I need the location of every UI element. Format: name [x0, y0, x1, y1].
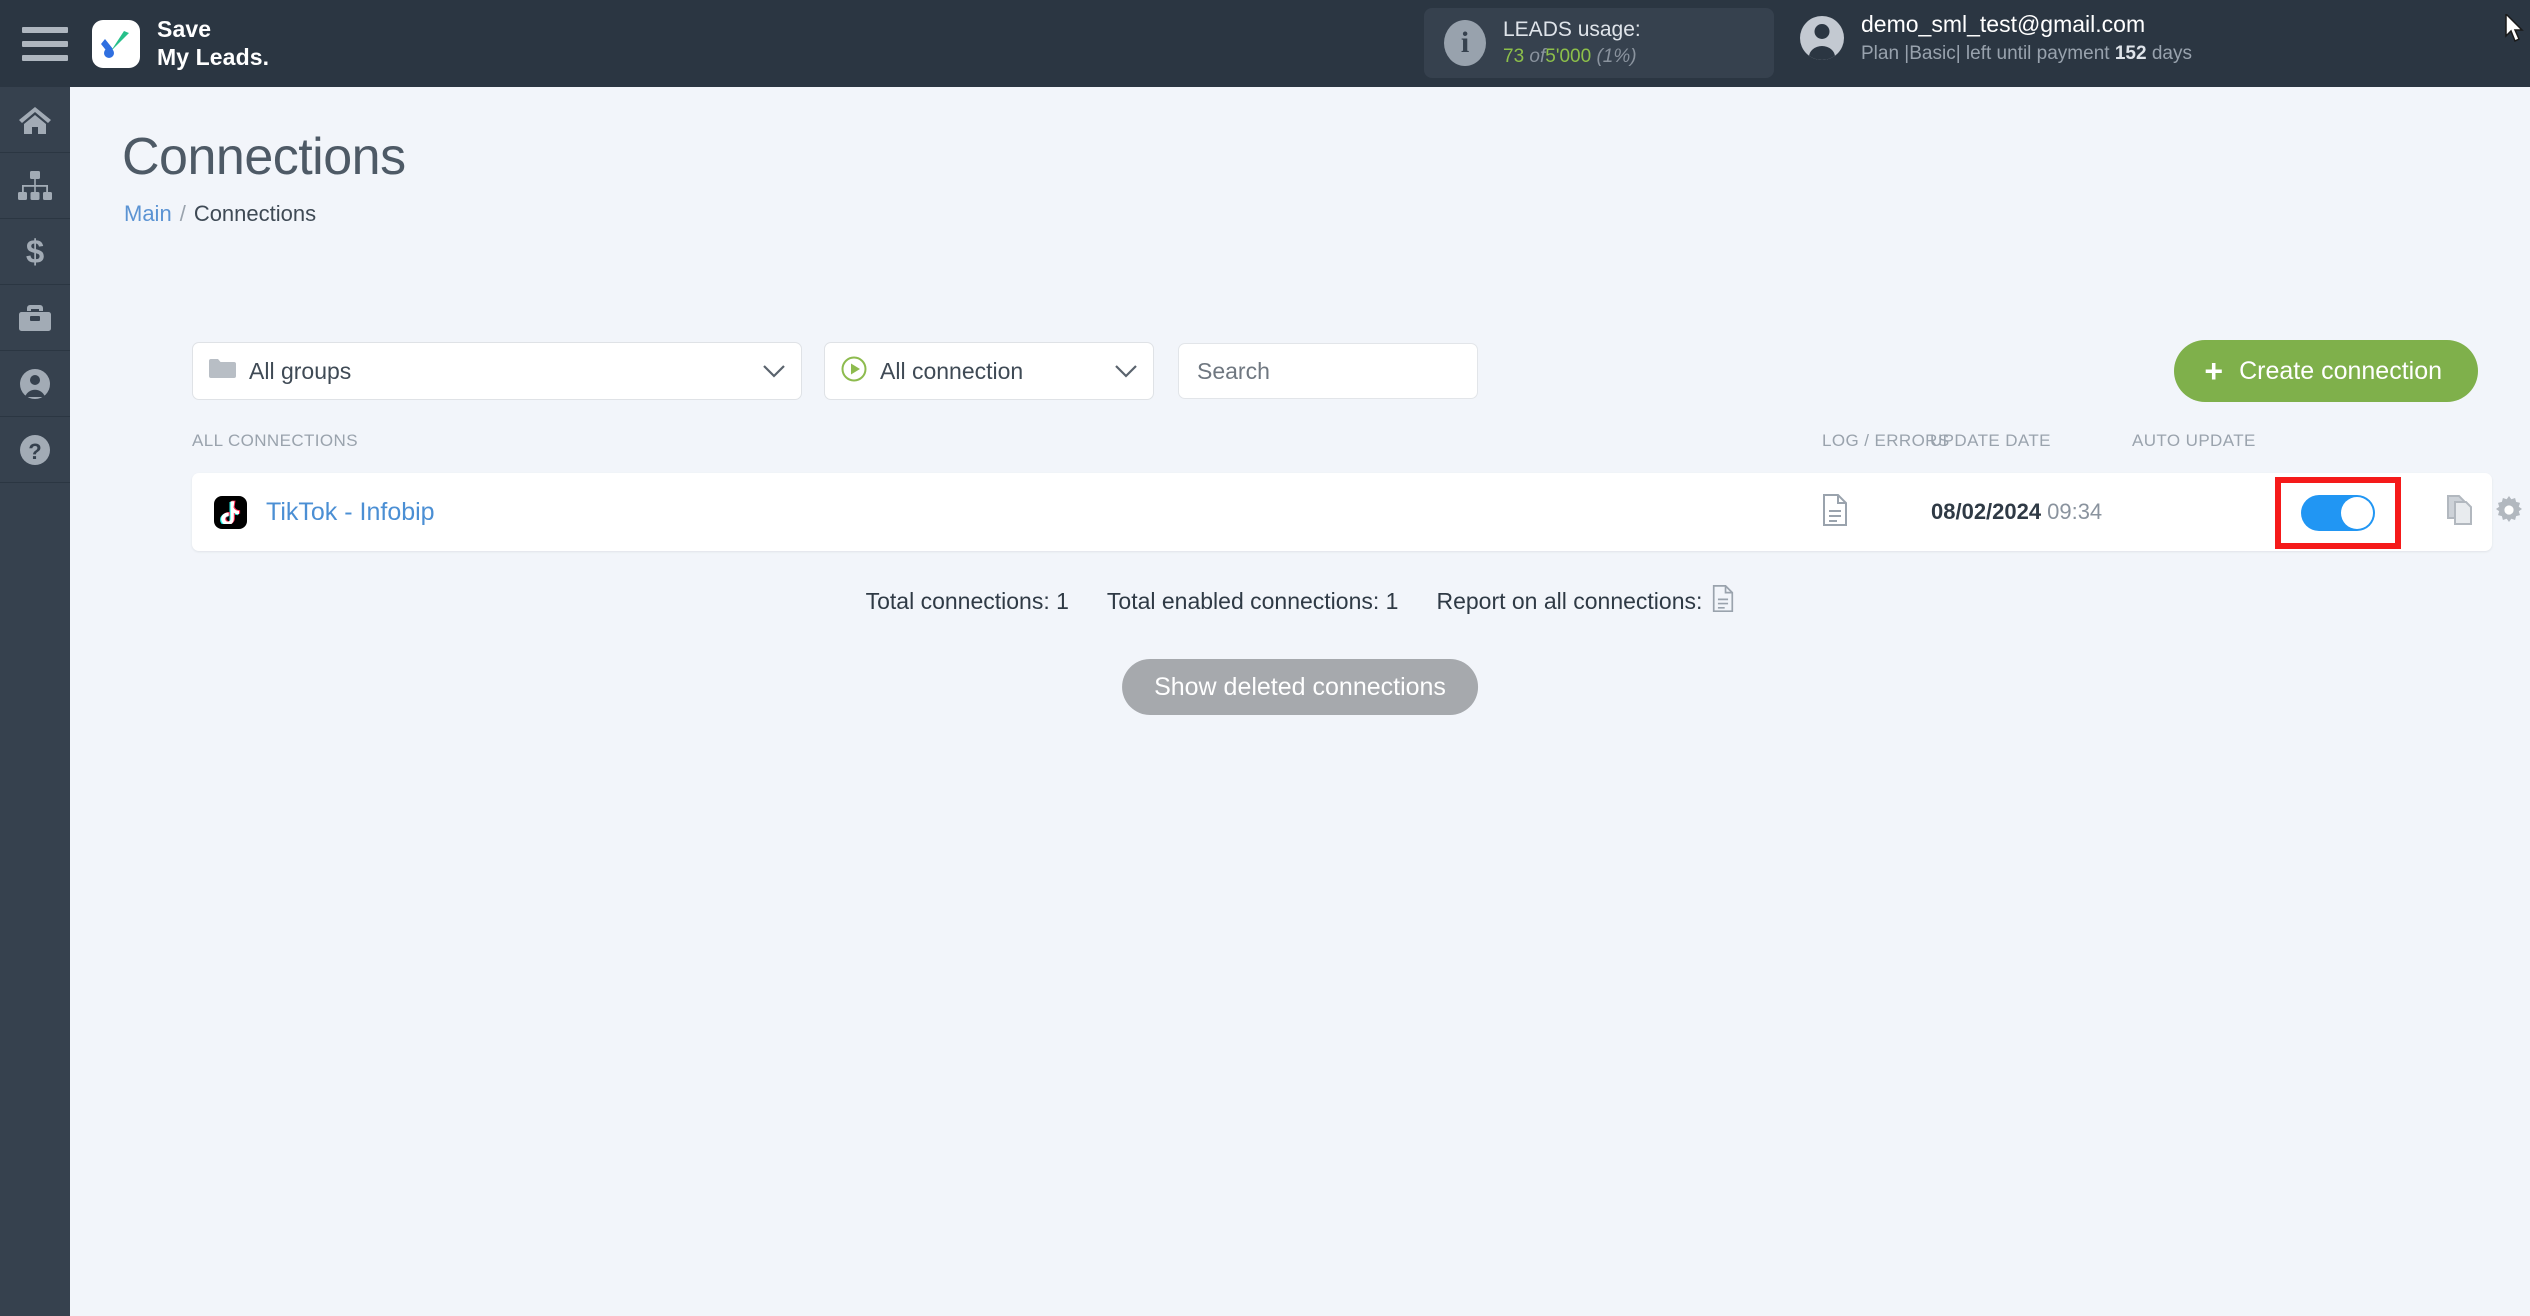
question-icon: ?: [19, 434, 51, 466]
play-circle-icon: [841, 356, 867, 387]
leads-used-count: 73: [1503, 45, 1525, 67]
info-icon: i: [1444, 20, 1486, 66]
connection-name-link[interactable]: TikTok - Infobip: [266, 498, 435, 527]
user-icon: [19, 368, 51, 400]
search-box[interactable]: [1178, 343, 1478, 399]
table-header: ALL CONNECTIONS LOG / ERRORS UPDATE DATE…: [192, 431, 2492, 465]
hamburger-menu-icon[interactable]: [22, 24, 68, 64]
total-enabled-connections-label: Total enabled connections: 1: [1106, 588, 1399, 614]
toggle-knob: [2341, 497, 2373, 529]
leads-usage-values: 73 of5'000 (1%): [1503, 45, 1641, 70]
report-label: Report on all connections:: [1436, 588, 1703, 614]
home-icon: [18, 105, 52, 135]
column-header-auto-update: AUTO UPDATE: [2132, 431, 2256, 450]
connection-name-cell: TikTok - Infobip: [214, 495, 435, 529]
create-connection-button[interactable]: + Create connection: [2174, 340, 2478, 402]
brand-logo-area[interactable]: Save My Leads.: [92, 16, 269, 70]
column-header-date: UPDATE DATE: [1930, 431, 2051, 450]
main-content: Connections Main / Connections All groups: [70, 87, 2530, 1316]
plus-icon: +: [2204, 353, 2224, 389]
sidebar-item-business[interactable]: [0, 285, 70, 351]
copy-icon[interactable]: [2447, 494, 2473, 530]
connection-filter-value: All connection: [880, 357, 1024, 384]
update-time-value: 09:34: [2047, 499, 2103, 524]
breadcrumb-main-link[interactable]: Main: [124, 201, 172, 226]
account-area[interactable]: demo_sml_test@gmail.com Plan |Basic| lef…: [1800, 10, 2192, 66]
update-date-value: 08/02/2024: [1931, 499, 2042, 524]
hamburger-bar: [22, 40, 68, 47]
svg-text:$: $: [26, 235, 44, 269]
account-plan-prefix: Plan |Basic| left until payment: [1861, 42, 2110, 64]
total-connections-label: Total connections: 1: [865, 588, 1069, 614]
tiktok-icon: [214, 495, 247, 529]
account-email: demo_sml_test@gmail.com: [1861, 11, 2146, 37]
create-connection-label: Create connection: [2239, 356, 2442, 385]
connection-filter-select[interactable]: All connection: [824, 342, 1154, 400]
folder-icon: [209, 358, 236, 384]
sidebar-item-billing[interactable]: $: [0, 219, 70, 285]
show-deleted-connections-button[interactable]: Show deleted connections: [1122, 659, 1478, 715]
leads-of-word: of: [1529, 45, 1546, 67]
sidebar-item-help[interactable]: ?: [0, 417, 70, 483]
filter-bar: All groups All connection + Create conne…: [122, 340, 2478, 402]
totals-row: Total connections: 1 Total enabled conne…: [70, 585, 2530, 618]
log-document-icon[interactable]: [1822, 493, 1848, 531]
account-days-suffix: days: [2151, 42, 2192, 64]
update-date-cell: 08/02/2024 09:34: [1931, 499, 2102, 525]
sitemap-icon: [18, 170, 52, 201]
user-avatar-icon: [1800, 16, 1844, 61]
table-row: TikTok - Infobip 08/02/2024 09:34: [192, 473, 2522, 551]
account-text: demo_sml_test@gmail.com Plan |Basic| lef…: [1861, 10, 2192, 66]
auto-update-toggle[interactable]: [2301, 495, 2375, 531]
breadcrumb-separator: /: [179, 201, 186, 226]
column-header-name: ALL CONNECTIONS: [192, 431, 358, 450]
search-input[interactable]: [1197, 357, 1459, 385]
groups-filter-value: All groups: [249, 357, 352, 384]
breadcrumb: Main / Connections: [124, 201, 2530, 227]
svg-text:?: ?: [28, 439, 41, 464]
row-actions: [2447, 494, 2530, 530]
leads-usage-title: LEADS usage:: [1503, 17, 1641, 41]
left-sidebar: $ ?: [0, 87, 70, 1316]
leads-usage-box[interactable]: i LEADS usage: 73 of5'000 (1%): [1424, 8, 1774, 78]
report-document-icon[interactable]: [1712, 585, 1734, 618]
leads-usage-text: LEADS usage: 73 of5'000 (1%): [1503, 17, 1641, 70]
sidebar-item-profile[interactable]: [0, 351, 70, 417]
sidebar-item-connections[interactable]: [0, 153, 70, 219]
hamburger-bar: [22, 54, 68, 61]
gear-icon[interactable]: [2495, 495, 2523, 529]
breadcrumb-current: Connections: [193, 201, 317, 226]
account-days-value: 152: [2114, 42, 2147, 64]
account-plan: Plan |Basic| left until payment 152 days: [1861, 41, 2192, 67]
briefcase-icon: [18, 303, 52, 333]
brand-line-2: My Leads.: [157, 43, 270, 70]
mouse-cursor-icon: [2505, 14, 2524, 43]
leads-total-count: 5'000: [1545, 45, 1592, 67]
hamburger-bar: [22, 26, 68, 33]
page-title: Connections: [122, 128, 406, 186]
dollar-icon: $: [22, 235, 48, 269]
savemyleads-logo-icon: [92, 19, 140, 68]
leads-percent: (1%): [1596, 45, 1637, 67]
groups-filter-select[interactable]: All groups: [192, 342, 802, 400]
brand-name: Save My Leads.: [157, 16, 269, 70]
auto-update-highlight-box: [2275, 477, 2401, 549]
brand-line-1: Save: [157, 16, 212, 43]
chevron-down-icon: [763, 364, 785, 378]
top-header-bar: Save My Leads. i LEADS usage: 73 of5'000…: [0, 0, 2530, 87]
chevron-down-icon: [1115, 364, 1137, 378]
report-all-connections[interactable]: Report on all connections:: [1436, 585, 1734, 618]
sidebar-item-home[interactable]: [0, 87, 70, 153]
